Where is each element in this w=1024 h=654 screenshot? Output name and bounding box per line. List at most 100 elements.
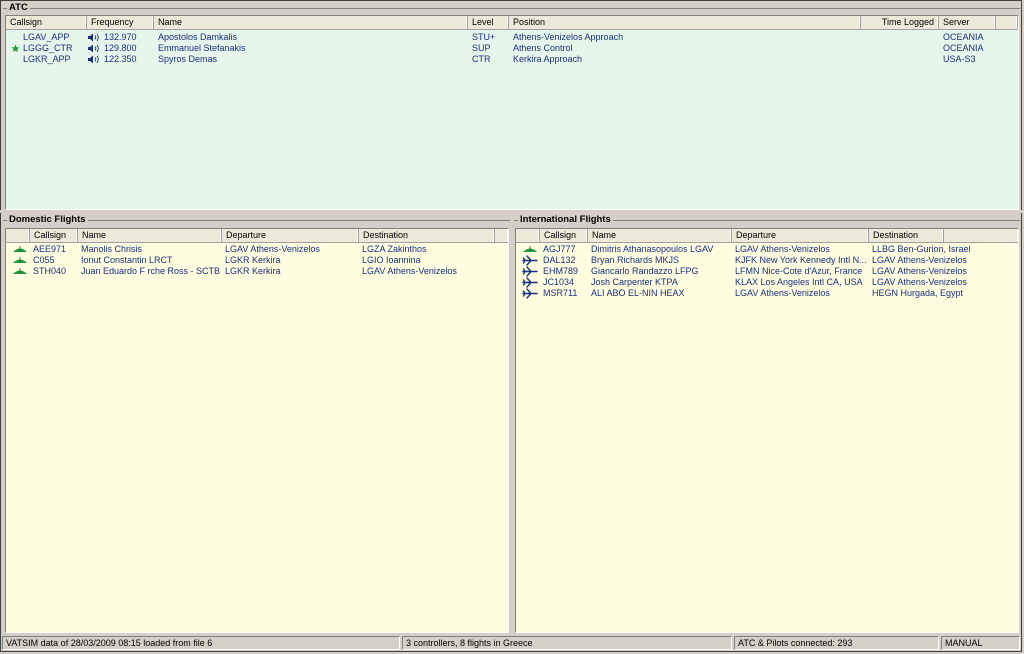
domestic-group: Domestic Flights Callsign Name Departure… <box>3 214 510 633</box>
domestic-name: Juan Eduardo F rche Ross - SCTB <box>81 266 221 276</box>
international-flight-row[interactable]: EHM789 Giancarlo Randazzo LFPG LFMN Nice-C… <box>516 266 1018 277</box>
departing-icon <box>12 266 28 277</box>
airplane-icon <box>522 255 538 266</box>
international-name: Giancarlo Randazzo LFPG <box>591 266 699 276</box>
atc-col-callsign[interactable]: Callsign <box>6 16 87 29</box>
domestic-list-header: Callsign Name Departure Destination <box>6 229 508 243</box>
status-connected: ATC & Pilots connected: 293 <box>734 636 939 650</box>
atc-name: Emmanuel Stefanakis <box>158 43 246 53</box>
atc-server: USA-S3 <box>943 54 976 64</box>
atc-col-time-logged[interactable]: Time Logged <box>861 16 939 29</box>
international-destination: HEGN Hurgada, Egypt <box>872 288 964 298</box>
atc-frequency: 132.970 <box>104 32 137 42</box>
domestic-col-name[interactable]: Name <box>78 229 222 242</box>
atc-server: OCEANIA <box>943 43 984 53</box>
atc-level: SUP <box>472 43 491 53</box>
international-col-departure[interactable]: Departure <box>732 229 869 242</box>
international-col-icon[interactable] <box>516 229 540 242</box>
atc-col-filler <box>996 16 1018 29</box>
international-flight-row[interactable]: AGJ777 Dimitris Athanasopoulos LGAV LGAV A… <box>516 244 1018 255</box>
international-name: Dimitris Athanasopoulos LGAV <box>591 244 714 254</box>
domestic-col-callsign[interactable]: Callsign <box>30 229 78 242</box>
domestic-destination: LGZA Zakinthos <box>362 244 427 254</box>
domestic-col-destination[interactable]: Destination <box>359 229 495 242</box>
international-flight-row[interactable]: JC1034 Josh Carpenter KTPA KLAX Los Angele… <box>516 277 1018 288</box>
speaker-icon <box>87 32 101 43</box>
atc-server: OCEANIA <box>943 32 984 42</box>
international-destination: LGAV Athens-Venizelos <box>872 277 967 287</box>
international-name: Josh Carpenter KTPA <box>591 277 678 287</box>
domestic-destination: LGAV Athens-Venizelos <box>362 266 457 276</box>
international-col-destination[interactable]: Destination <box>869 229 944 242</box>
atc-group: ATC Callsign Frequency Name Level Positi… <box>3 2 1020 210</box>
atc-frequency: 129.800 <box>104 43 137 53</box>
domestic-col-departure[interactable]: Departure <box>222 229 359 242</box>
status-mode: MANUAL <box>941 636 1020 650</box>
domestic-departure: LGAV Athens-Venizelos <box>225 244 320 254</box>
atc-time-logged <box>865 32 939 43</box>
atc-time-logged <box>865 43 939 54</box>
star-icon <box>11 43 20 54</box>
atc-name: Spyros Demas <box>158 54 218 64</box>
airplane-icon <box>522 288 538 299</box>
domestic-name: Manolis Chrisis <box>81 244 143 254</box>
atc-row[interactable]: LGKR_APP 122.350 Spyros Demas CTR Kerkira Ap… <box>6 54 1018 65</box>
international-name: Bryan Richards MKJS <box>591 255 680 265</box>
international-callsign: DAL132 <box>543 255 576 265</box>
domestic-group-title: Domestic Flights <box>7 214 88 226</box>
domestic-departure: LGKR Kerkira <box>225 266 281 276</box>
international-name: ALI ABO EL-NIN HEAX <box>591 288 685 298</box>
domestic-col-filler <box>495 229 508 242</box>
international-flight-row[interactable]: MSR711 ALI ABO EL-NIN HEAX LGAV Athens-Ven… <box>516 288 1018 299</box>
international-flight-row[interactable]: DAL132 Bryan Richards MKJS KJFK New York K… <box>516 255 1018 266</box>
domestic-flight-row[interactable]: AEE971 Manolis Chrisis LGAV Athens-Venizel… <box>6 244 508 255</box>
atc-row[interactable]: LGGG_CTR 129.800 Emmanuel Stefanakis SUP Ath… <box>6 43 1018 54</box>
domestic-flight-row[interactable]: C055 Ionut Constantin LRCT LGKR Kerkira LGI… <box>6 255 508 266</box>
atc-callsign: LGKR_APP <box>23 54 71 64</box>
domestic-callsign: C055 <box>33 255 55 265</box>
international-group-title: International Flights <box>518 214 613 226</box>
international-col-filler <box>944 229 1018 242</box>
domestic-list[interactable]: Callsign Name Departure Destination AEE9… <box>5 228 509 633</box>
atc-level: CTR <box>472 54 491 64</box>
domestic-callsign: STH040 <box>33 266 67 276</box>
atc-col-position[interactable]: Position <box>509 16 861 29</box>
international-list-header: Callsign Name Departure Destination <box>516 229 1018 243</box>
airplane-icon <box>522 277 538 288</box>
horizontal-splitter[interactable] <box>0 210 1022 213</box>
atc-group-title: ATC <box>7 2 30 14</box>
departing-icon <box>12 244 28 255</box>
atc-list-header: Callsign Frequency Name Level Position T… <box>6 16 1018 30</box>
international-list[interactable]: Callsign Name Departure Destination AGJ7… <box>515 228 1019 633</box>
international-destination: LGAV Athens-Venizelos <box>872 255 967 265</box>
atc-col-server[interactable]: Server <box>939 16 996 29</box>
atc-position: Athens Control <box>513 43 573 53</box>
domestic-departure: LGKR Kerkira <box>225 255 281 265</box>
domestic-flight-row[interactable]: STH040 Juan Eduardo F rche Ross - SCTB LGK… <box>6 266 508 277</box>
status-summary: 3 controllers, 8 flights in Greece <box>402 636 732 650</box>
international-col-name[interactable]: Name <box>588 229 732 242</box>
atc-list[interactable]: Callsign Frequency Name Level Position T… <box>5 15 1019 210</box>
domestic-name: Ionut Constantin LRCT <box>81 255 173 265</box>
international-col-callsign[interactable]: Callsign <box>540 229 588 242</box>
international-callsign: JC1034 <box>543 277 575 287</box>
domestic-callsign: AEE971 <box>33 244 67 254</box>
atc-time-logged <box>865 54 939 65</box>
speaker-icon <box>87 43 101 54</box>
departing-icon <box>12 255 28 266</box>
domestic-col-icon[interactable] <box>6 229 30 242</box>
international-departure: LGAV Athens-Venizelos <box>735 288 830 298</box>
atc-col-frequency[interactable]: Frequency <box>87 16 154 29</box>
atc-group-border <box>3 8 1020 9</box>
international-departure: LGAV Athens-Venizelos <box>735 244 830 254</box>
atc-col-level[interactable]: Level <box>468 16 509 29</box>
airplane-icon <box>522 266 538 277</box>
international-callsign: MSR711 <box>543 288 578 298</box>
atc-row[interactable]: LGAV_APP 132.970 Apostolos Damkalis STU+ Ath… <box>6 32 1018 43</box>
atc-col-name[interactable]: Name <box>154 16 468 29</box>
international-departure: KLAX Los Angeles Intl CA, USA <box>735 277 863 287</box>
atc-position: Kerkira Approach <box>513 54 583 64</box>
domestic-destination: LGIO Ioannina <box>362 255 421 265</box>
speaker-icon <box>87 54 101 65</box>
atc-level: STU+ <box>472 32 496 42</box>
